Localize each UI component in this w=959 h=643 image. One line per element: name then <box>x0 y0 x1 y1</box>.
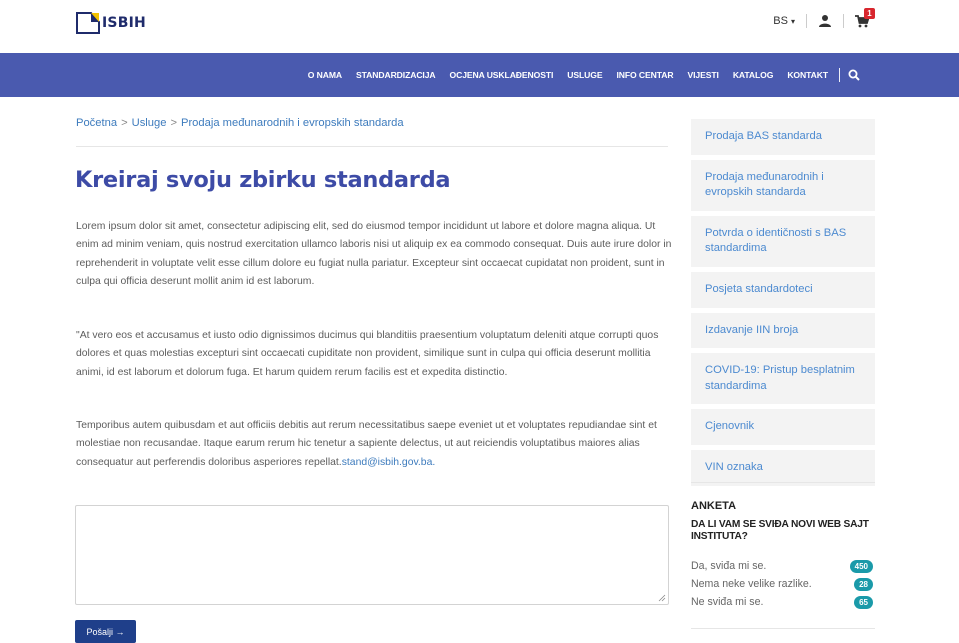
header-divider <box>843 14 844 28</box>
breadcrumb-separator: > <box>121 117 128 129</box>
body-paragraph: Temporibus autem quibusdam et aut offici… <box>76 417 674 472</box>
poll-option[interactable]: Da, sviđa mi se. 450 <box>691 560 875 573</box>
nav-item-standardizacija[interactable]: STANDARDIZACIJA <box>356 70 436 80</box>
poll-question: DA LI VAM SE SVIĐA NOVI WEB SAJT INSTITU… <box>691 519 869 542</box>
sidebar-item-prodaja-bas[interactable]: Prodaja BAS standarda <box>691 119 875 155</box>
body-paragraph: Lorem ipsum dolor sit amet, consectetur … <box>76 221 672 288</box>
nav-divider <box>839 68 840 82</box>
nav-item-info-centar[interactable]: INFO CENTAR <box>617 70 674 80</box>
message-textarea[interactable] <box>75 505 669 605</box>
sidebar-item-izdavanje-iin[interactable]: Izdavanje IIN broja <box>691 312 875 349</box>
poll-divider <box>691 482 875 483</box>
nav-item-o-nama[interactable]: O NAMA <box>308 70 342 80</box>
poll-option-label: Da, sviđa mi se. <box>691 560 767 572</box>
breadcrumb-usluge[interactable]: Usluge <box>132 117 167 129</box>
logo-text: ISBIH <box>102 15 146 31</box>
nav-item-kontakt[interactable]: KONTAKT <box>787 70 828 80</box>
poll-option[interactable]: Nema neke velike razlike. 28 <box>691 578 875 591</box>
poll-option[interactable]: Ne sviđa mi se. 65 <box>691 596 875 609</box>
nav-items: O NAMA STANDARDIZACIJA OCJENA USKLAĐENOS… <box>294 53 860 97</box>
search-icon[interactable] <box>848 69 860 81</box>
poll-option-label: Ne sviđa mi se. <box>691 596 764 608</box>
top-header: ISBIH BS ▾ 1 <box>0 0 959 52</box>
sidebar-item-covid[interactable]: COVID-19: Pristup besplatnim standardima <box>691 353 875 405</box>
sidebar-item-posjeta-standardoteci[interactable]: Posjeta standardoteci <box>691 271 875 308</box>
main-nav: O NAMA STANDARDIZACIJA OCJENA USKLAĐENOS… <box>0 53 959 97</box>
breadcrumb-home[interactable]: Početna <box>76 117 117 129</box>
poll-count-badge: 450 <box>849 560 873 573</box>
nav-item-katalog[interactable]: KATALOG <box>733 70 774 80</box>
sidebar-item-potvrda-identicnosti[interactable]: Potvrda o identičnosti s BAS standardima <box>691 215 875 267</box>
chevron-down-icon: ▾ <box>790 16 795 26</box>
sidebar-item-prodaja-medjunarodnih[interactable]: Prodaja međunarodnih i evropskih standar… <box>691 159 875 211</box>
breadcrumb-current[interactable]: Prodaja međunarodnih i evropskih standar… <box>181 117 404 129</box>
breadcrumb-divider <box>76 146 668 147</box>
breadcrumb: Početna > Usluge > Prodaja međunarodnih … <box>76 117 404 129</box>
language-label: BS <box>773 15 788 27</box>
email-link[interactable]: stand@isbih.gov.ba. <box>342 457 436 468</box>
sidebar-item-cjenovnik[interactable]: Cjenovnik <box>691 409 875 445</box>
language-selector[interactable]: BS ▾ <box>773 15 795 27</box>
header-divider <box>806 14 807 28</box>
header-tools: BS ▾ 1 <box>773 8 875 28</box>
page-title: Kreiraj svoju zbirku standarda <box>75 167 451 193</box>
submit-button[interactable]: Pošalji → <box>75 620 136 643</box>
nav-item-ocjena-uskladjenosti[interactable]: OCJENA USKLAĐENOSTI <box>450 70 554 80</box>
logo-mark-icon <box>76 12 100 34</box>
resize-grip-icon[interactable] <box>658 594 666 602</box>
nav-item-vijesti[interactable]: VIJESTI <box>688 70 719 80</box>
sidebar-item-vin-oznaka[interactable]: VIN oznaka <box>691 449 875 486</box>
poll-count-badge: 65 <box>854 596 873 609</box>
poll-bottom-divider <box>691 628 875 629</box>
poll-option-label: Nema neke velike razlike. <box>691 578 812 590</box>
nav-item-usluge[interactable]: USLUGE <box>567 70 602 80</box>
user-icon[interactable] <box>818 14 832 28</box>
poll-title: ANKETA <box>691 500 737 512</box>
sidebar-menu: Prodaja BAS standarda Prodaja međunarodn… <box>691 119 875 491</box>
site-logo[interactable]: ISBIH <box>76 12 146 34</box>
cart-count-badge: 1 <box>864 8 875 19</box>
cart-button[interactable]: 1 <box>855 8 875 28</box>
poll-count-badge: 28 <box>854 578 873 591</box>
body-paragraph: "At vero eos et accusamus et iusto odio … <box>76 330 659 378</box>
breadcrumb-separator: > <box>170 117 177 129</box>
